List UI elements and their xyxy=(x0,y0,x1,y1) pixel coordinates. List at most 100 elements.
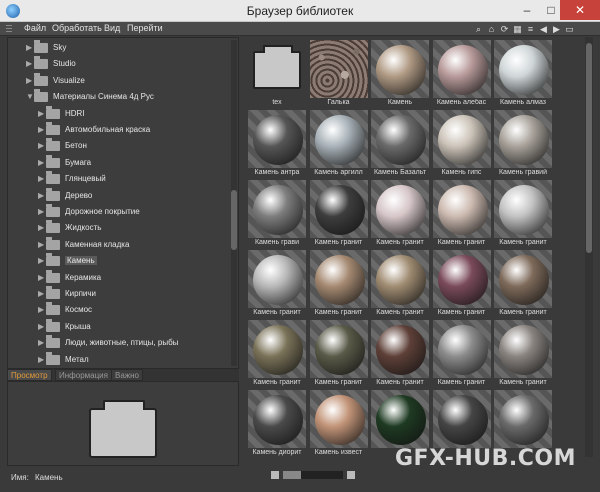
material-item[interactable]: Камень гранит xyxy=(493,249,553,319)
material-item[interactable]: Камень гранит xyxy=(432,179,492,249)
refresh-icon[interactable]: ⟳ xyxy=(500,24,509,34)
material-item[interactable]: Камень гранит xyxy=(247,249,307,319)
tree-item-label: Метал xyxy=(65,354,89,364)
collapsed-arrow-icon[interactable]: ▶ xyxy=(38,109,44,118)
tree-item[interactable]: ▶ Дорожное покрытие xyxy=(8,204,232,220)
tree-item[interactable]: ▶ Камень xyxy=(8,253,232,269)
tree-item[interactable]: ▶ Крыша xyxy=(8,318,232,335)
expanded-arrow-icon[interactable]: ▼ xyxy=(26,92,34,101)
collapsed-arrow-icon[interactable]: ▶ xyxy=(38,207,44,216)
collapsed-arrow-icon[interactable]: ▶ xyxy=(38,256,44,265)
material-item[interactable]: Камень алмаз xyxy=(493,39,553,109)
material-item[interactable]: Камень аргилл xyxy=(309,109,369,179)
collapsed-arrow-icon[interactable]: ▶ xyxy=(38,125,44,134)
menu-process[interactable]: Обработать xyxy=(52,23,102,33)
material-item[interactable]: Камень гранит xyxy=(309,249,369,319)
tree-scrollbar[interactable] xyxy=(231,40,237,366)
material-caption: Камень грави xyxy=(254,239,300,246)
small-thumb-icon[interactable] xyxy=(271,471,279,479)
close-icon[interactable]: ✕ xyxy=(560,0,600,20)
material-item[interactable]: Камень xyxy=(370,39,430,109)
collapsed-arrow-icon[interactable]: ▶ xyxy=(38,223,44,232)
large-thumb-icon[interactable] xyxy=(347,471,355,479)
material-item[interactable]: tex xyxy=(247,39,307,109)
folder-icon xyxy=(46,335,60,349)
collapsed-arrow-icon[interactable]: ▶ xyxy=(38,158,44,167)
back-icon[interactable]: ◀ xyxy=(539,24,548,34)
material-item[interactable]: Камень гранит xyxy=(309,179,369,249)
tree-item[interactable]: ▶ Бетон xyxy=(8,138,232,154)
material-sphere xyxy=(376,255,426,305)
home-icon[interactable]: ⌂ xyxy=(487,24,496,34)
collapsed-arrow-icon[interactable]: ▶ xyxy=(38,289,44,298)
collapsed-arrow-icon[interactable]: ▶ xyxy=(26,43,32,52)
material-caption: Камень гранит xyxy=(253,379,301,386)
tree-item[interactable]: ▶ Глянцевый xyxy=(8,171,232,187)
collapsed-arrow-icon[interactable]: ▶ xyxy=(26,76,32,85)
list-view-icon[interactable]: ≡ xyxy=(526,24,535,34)
tab-0[interactable]: Просмотр xyxy=(7,369,52,381)
tree-item[interactable]: ▶ Космос xyxy=(8,302,232,318)
tree-item[interactable]: ▶ HDRI xyxy=(8,105,232,122)
collapsed-arrow-icon[interactable]: ▶ xyxy=(38,355,44,364)
tree-item[interactable]: ▶ Каменная кладка xyxy=(8,236,232,253)
tree-item[interactable]: ▶ Дерево xyxy=(8,187,232,204)
material-item[interactable]: Камень грави xyxy=(247,179,307,249)
collapsed-arrow-icon[interactable]: ▶ xyxy=(38,240,44,249)
folder-icon xyxy=(46,187,60,201)
menu-go[interactable]: Перейти xyxy=(127,23,163,33)
collapsed-arrow-icon[interactable]: ▶ xyxy=(38,305,44,314)
material-caption: Камень гипс xyxy=(441,169,482,176)
folder-icon[interactable]: ▭ xyxy=(565,24,574,34)
tree-item[interactable]: ▶ Люди, животные, птицы, рыбы xyxy=(8,335,232,351)
material-item[interactable]: Камень гранит xyxy=(432,249,492,319)
tree-item[interactable]: ▶ Studio xyxy=(8,56,232,72)
material-item[interactable]: Камень гранит xyxy=(432,319,492,389)
material-item[interactable]: Камень гравий xyxy=(493,109,553,179)
tab-1[interactable]: Информация xyxy=(55,369,112,381)
collapsed-arrow-icon[interactable]: ▶ xyxy=(38,322,44,331)
tree-item[interactable]: ▶ Visualize xyxy=(8,72,232,89)
material-item[interactable]: Камень гранит xyxy=(370,179,430,249)
material-item[interactable]: Камень Базальт xyxy=(370,109,430,179)
tree-scroll-thumb[interactable] xyxy=(231,190,237,250)
search-icon[interactable]: ⌕ xyxy=(474,24,483,34)
material-item[interactable]: Камень гранит xyxy=(247,319,307,389)
tree-item[interactable]: ▶ Жидкость xyxy=(8,220,232,236)
menu-file[interactable]: Файл xyxy=(24,23,46,33)
folder-icon xyxy=(46,286,60,299)
material-item[interactable]: Камень гипс xyxy=(432,109,492,179)
material-item[interactable]: Камень алебас xyxy=(432,39,492,109)
collapsed-arrow-icon[interactable]: ▶ xyxy=(38,141,44,150)
tab-2[interactable]: Важно xyxy=(111,369,144,381)
material-item[interactable]: Камень гранит xyxy=(493,179,553,249)
tree-item[interactable]: ▶ Кирпичи xyxy=(8,286,232,302)
collapsed-arrow-icon[interactable]: ▶ xyxy=(26,59,32,68)
material-item[interactable]: Камень гранит xyxy=(493,319,553,389)
collapsed-arrow-icon[interactable]: ▶ xyxy=(38,174,44,183)
material-item[interactable]: Камень антра xyxy=(247,109,307,179)
zoom-slider[interactable] xyxy=(283,471,343,479)
tree-item[interactable]: ▶ Автомобильная краска xyxy=(8,122,232,138)
material-item[interactable]: Камень диорит xyxy=(247,389,307,457)
material-item[interactable]: Камень гранит xyxy=(309,319,369,389)
tree-item[interactable]: ▼ Материалы Синема 4д Рус xyxy=(8,89,232,105)
grid-view-icon[interactable]: ▦ xyxy=(513,24,522,34)
material-item[interactable]: Камень гранит xyxy=(370,249,430,319)
minimize-icon[interactable]: – xyxy=(514,0,540,20)
material-item[interactable]: Камень извест xyxy=(309,389,369,457)
grid-scroll-thumb[interactable] xyxy=(586,43,592,253)
thumbnail-background xyxy=(494,110,552,168)
collapsed-arrow-icon[interactable]: ▶ xyxy=(38,338,44,347)
tree-item[interactable]: ▶ Бумага xyxy=(8,154,232,171)
tree-item[interactable]: ▶ Керамика xyxy=(8,269,232,286)
material-item[interactable]: Камень гранит xyxy=(370,319,430,389)
forward-icon[interactable]: ▶ xyxy=(552,24,561,34)
tree-item[interactable]: ▶ Sky xyxy=(8,40,232,56)
material-item[interactable]: Галька xyxy=(309,39,369,109)
tree-item[interactable]: ▶ Метал xyxy=(8,351,232,368)
grid-scrollbar[interactable] xyxy=(585,37,593,457)
menu-view[interactable]: Вид xyxy=(104,23,120,33)
collapsed-arrow-icon[interactable]: ▶ xyxy=(38,191,44,200)
collapsed-arrow-icon[interactable]: ▶ xyxy=(38,273,44,282)
